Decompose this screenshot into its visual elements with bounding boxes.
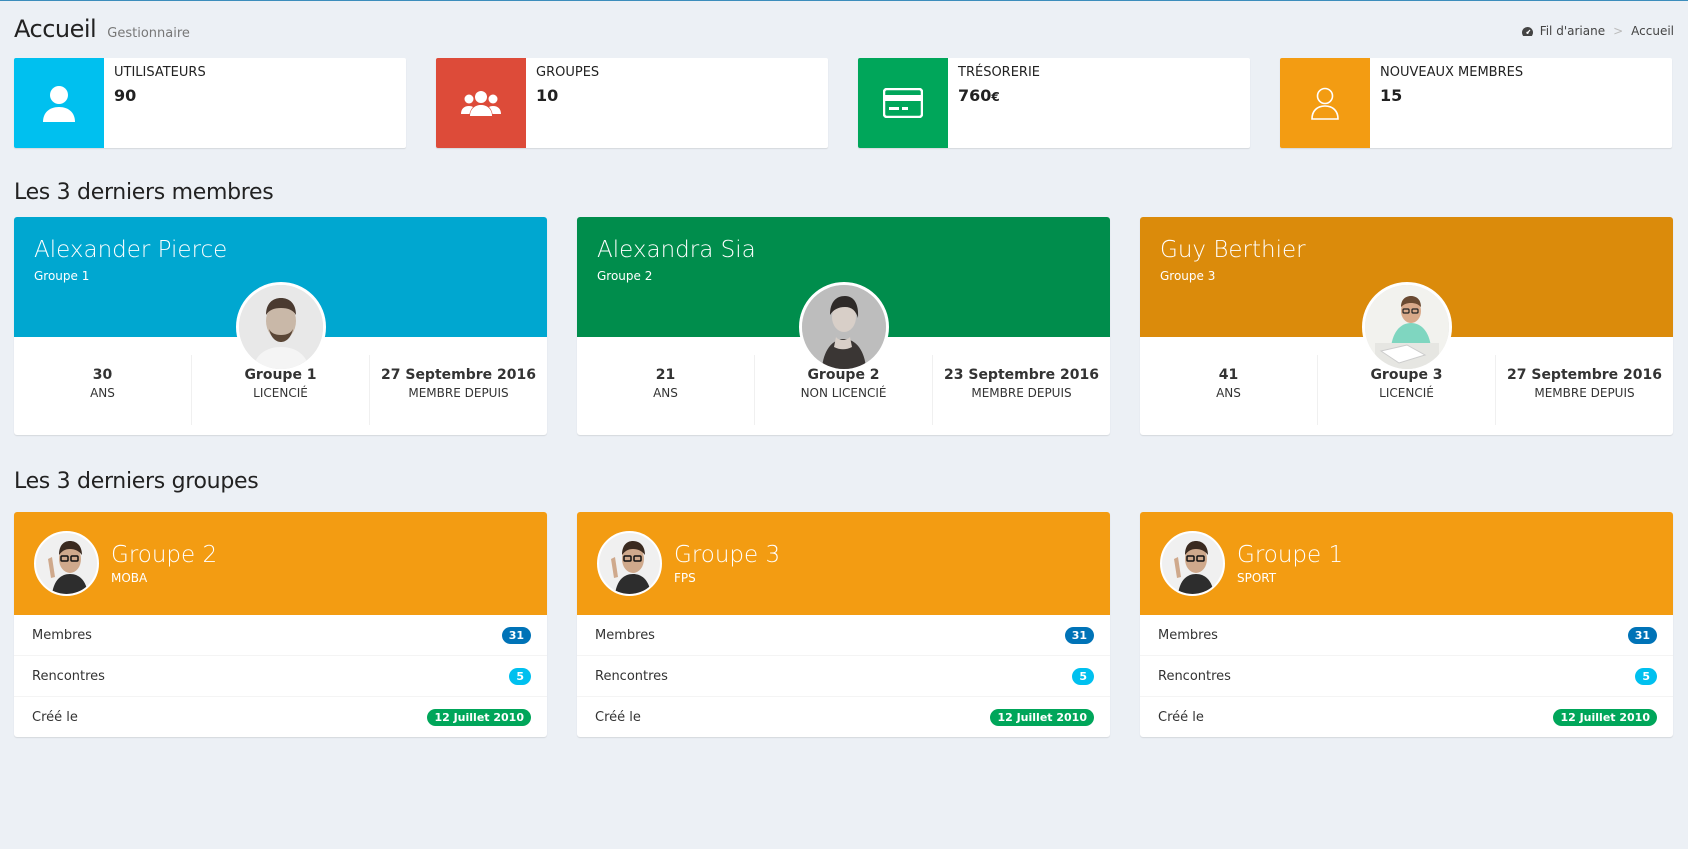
info-box-groups: GROUPES 10	[436, 58, 828, 148]
stat-age: 30 ANS	[14, 355, 192, 425]
groups-section-title: Les 3 derniers groupes	[14, 469, 259, 494]
members-count-badge: 31	[501, 626, 531, 644]
stat-age: 41 ANS	[1140, 355, 1318, 425]
group-name: Groupe 1	[1237, 542, 1344, 568]
group-card: Groupe 3 FPS Membres 31 Rencontres 5 Créé …	[577, 512, 1110, 737]
stat-since: 23 Septembre 2016 MEMBRE DEPUIS	[944, 367, 1099, 400]
list-item[interactable]: Créé le 12 Juillet 2010	[1140, 697, 1673, 737]
dashboard-icon	[1521, 26, 1534, 37]
group-card: Groupe 1 SPORT Membres 31 Rencontres 5 Cré…	[1140, 512, 1673, 737]
avatar	[34, 531, 99, 596]
member-stats: 41 ANS Groupe 3 LICENCIÉ 27 Septembre 20…	[1140, 355, 1673, 425]
stat-group: Groupe 1 LICENCIÉ	[192, 355, 370, 425]
member-name: Alexandra Sia	[597, 237, 756, 263]
page-title: Accueil	[14, 15, 97, 43]
stat-group: Groupe 2 NON LICENCIÉ	[755, 355, 933, 425]
group-stats-list: Membres 31 Rencontres 5 Créé le 12 Juillet …	[1140, 615, 1673, 737]
groups-row: Groupe 2 MOBA Membres 31 Rencontres 5 Créé…	[14, 512, 1674, 737]
list-item[interactable]: Membres 31	[14, 615, 547, 656]
list-item[interactable]: Créé le 12 Juillet 2010	[577, 697, 1110, 737]
info-box-number: 15	[1380, 86, 1403, 105]
list-item[interactable]: Membres 31	[577, 615, 1110, 656]
avatar	[597, 531, 662, 596]
member-stats: 21 ANS Groupe 2 NON LICENCIÉ 23 Septembr…	[577, 355, 1110, 425]
member-name: Guy Berthier	[1160, 237, 1306, 263]
group-game: SPORT	[1237, 571, 1277, 585]
info-box-label: GROUPES	[536, 65, 600, 80]
meetings-count-badge: 5	[1072, 667, 1094, 685]
dashboard-page: Accueil Gestionnaire Fil d'ariane > Accu…	[14, 15, 1674, 737]
member-group: Groupe 2	[597, 269, 653, 283]
list-item[interactable]: Rencontres 5	[1140, 656, 1673, 697]
member-group: Groupe 3	[1160, 269, 1216, 283]
group-name: Groupe 3	[674, 542, 781, 568]
info-box-number: 760€	[958, 86, 1000, 105]
members-section-title: Les 3 derniers membres	[14, 180, 274, 205]
member-name: Alexander Pierce	[34, 237, 228, 263]
breadcrumb-current: Accueil	[1631, 24, 1674, 38]
user-icon	[14, 58, 104, 148]
member-card: Alexandra Sia Groupe 2 21 ANS Groupe 2 N…	[577, 217, 1110, 435]
user-outline-icon	[1280, 58, 1370, 148]
avatar	[1160, 531, 1225, 596]
content-header: Accueil Gestionnaire Fil d'ariane > Accu…	[14, 15, 1674, 49]
created-date-badge: 12 Juillet 2010	[427, 709, 531, 726]
currency-unit: €	[991, 90, 1000, 104]
meetings-count-badge: 5	[1635, 667, 1657, 685]
group-game: FPS	[674, 571, 696, 585]
info-box-label: UTILISATEURS	[114, 65, 206, 80]
group-name: Groupe 2	[111, 542, 218, 568]
info-box-number: 10	[536, 86, 559, 105]
member-card: Alexander Pierce Groupe 1 30 ANS Groupe …	[14, 217, 547, 435]
info-box-label: TRÉSORERIE	[958, 65, 1040, 80]
member-card: Guy Berthier Groupe 3 41 ANS Groupe 3 LI…	[1140, 217, 1673, 435]
stat-age: 21 ANS	[577, 355, 755, 425]
users-group-icon	[436, 58, 526, 148]
group-stats-list: Membres 31 Rencontres 5 Créé le 12 Juillet …	[577, 615, 1110, 737]
stat-group: Groupe 3 LICENCIÉ	[1318, 355, 1496, 425]
created-date-badge: 12 Juillet 2010	[990, 709, 1094, 726]
list-item[interactable]: Membres 31	[1140, 615, 1673, 656]
info-box-treasury: TRÉSORERIE 760€	[858, 58, 1250, 148]
page-subtitle: Gestionnaire	[107, 26, 190, 41]
info-box-users: UTILISATEURS 90	[14, 58, 406, 148]
group-game: MOBA	[111, 571, 148, 585]
list-item[interactable]: Créé le 12 Juillet 2010	[14, 697, 547, 737]
info-box-number: 90	[114, 86, 137, 105]
meetings-count-badge: 5	[509, 667, 531, 685]
credit-card-icon	[858, 58, 948, 148]
breadcrumb-root-link[interactable]: Fil d'ariane	[1540, 24, 1605, 38]
breadcrumb-separator: >	[1613, 24, 1624, 38]
info-box-new-members: NOUVEAUX MEMBRES 15	[1280, 58, 1672, 148]
member-stats: 30 ANS Groupe 1 LICENCIÉ 27 Septembre 20…	[14, 355, 547, 425]
group-card-header: Groupe 1 SPORT	[1140, 512, 1673, 615]
stat-since: 27 Septembre 2016 MEMBRE DEPUIS	[1507, 367, 1662, 400]
member-group: Groupe 1	[34, 269, 90, 283]
list-item[interactable]: Rencontres 5	[14, 656, 547, 697]
members-count-badge: 31	[1064, 626, 1094, 644]
info-box-row: UTILISATEURS 90 GROUPES 10 TRÉSORERIE 76…	[14, 58, 1674, 148]
stat-since: 27 Septembre 2016 MEMBRE DEPUIS	[381, 367, 536, 400]
group-card-header: Groupe 3 FPS	[577, 512, 1110, 615]
breadcrumb: Fil d'ariane > Accueil	[1521, 24, 1674, 38]
group-card: Groupe 2 MOBA Membres 31 Rencontres 5 Créé…	[14, 512, 547, 737]
group-card-header: Groupe 2 MOBA	[14, 512, 547, 615]
list-item[interactable]: Rencontres 5	[577, 656, 1110, 697]
created-date-badge: 12 Juillet 2010	[1553, 709, 1657, 726]
members-count-badge: 31	[1627, 626, 1657, 644]
group-stats-list: Membres 31 Rencontres 5 Créé le 12 Juillet …	[14, 615, 547, 737]
info-box-label: NOUVEAUX MEMBRES	[1380, 65, 1524, 80]
members-row: Alexander Pierce Groupe 1 30 ANS Groupe …	[14, 217, 1674, 435]
